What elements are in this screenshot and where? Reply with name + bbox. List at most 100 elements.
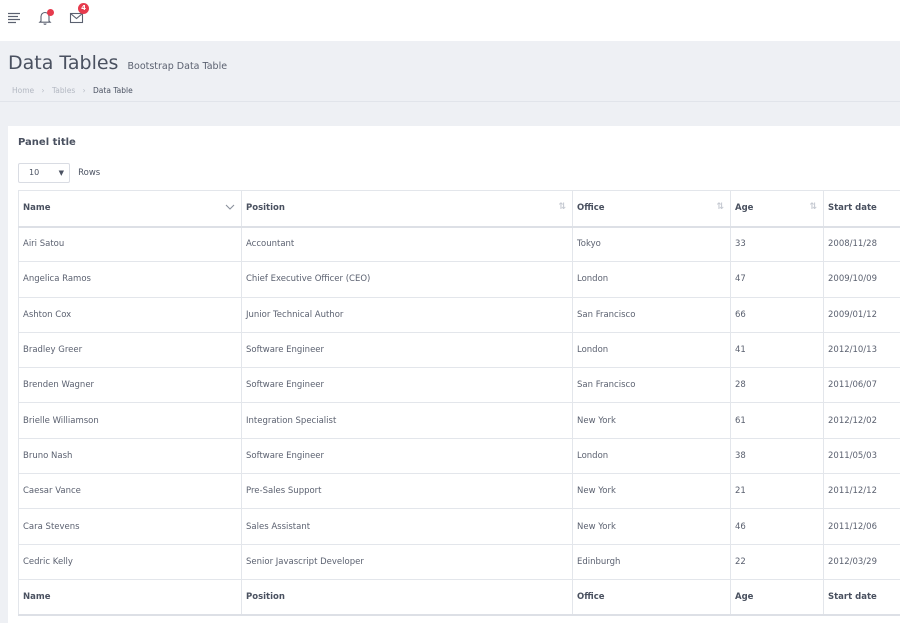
notifications-button[interactable] bbox=[36, 8, 56, 28]
cell-start-date: 2011/06/07 bbox=[823, 367, 900, 404]
cell-position: Software Engineer bbox=[241, 331, 573, 369]
table-row: Airi Satou Accountant Tokyo 33 2008/11/28 bbox=[18, 225, 900, 263]
footer-start-date: Start date bbox=[823, 578, 900, 617]
messages-button[interactable]: 4 bbox=[68, 3, 89, 28]
sort-icon: ⇅ bbox=[716, 202, 724, 212]
sort-descending-icon bbox=[225, 203, 235, 211]
notification-dot bbox=[47, 9, 54, 16]
table-row: Bruno Nash Software Engineer London 38 2011/… bbox=[18, 437, 900, 475]
footer-age: Age bbox=[730, 578, 824, 617]
column-header-position[interactable]: Position ⇅ bbox=[241, 190, 573, 228]
breadcrumb-current: Data Table bbox=[93, 86, 133, 95]
cell-age: 33 bbox=[730, 225, 824, 263]
cell-position: Chief Executive Officer (CEO) bbox=[241, 261, 573, 298]
cell-start-date: 2012/10/13 bbox=[823, 331, 900, 369]
rows-per-page-value: 10 bbox=[29, 167, 40, 177]
cell-name: Brenden Wagner bbox=[18, 367, 242, 404]
cell-position: Software Engineer bbox=[241, 367, 573, 404]
cell-start-date: 2009/01/12 bbox=[823, 296, 900, 333]
footer-name: Name bbox=[18, 578, 242, 617]
cell-name: Ashton Cox bbox=[18, 296, 242, 333]
data-table-panel: Panel title 10 ▼ Rows Name Position ⇅ Off… bbox=[8, 126, 900, 623]
table-row: Cara Stevens Sales Assistant New York 46 201… bbox=[18, 508, 900, 545]
cell-age: 28 bbox=[730, 367, 824, 404]
cell-age: 38 bbox=[730, 437, 824, 475]
page-header: Data Tables Bootstrap Data Table Home › … bbox=[0, 41, 900, 102]
hamburger-icon[interactable] bbox=[6, 8, 26, 28]
data-table: Name Position ⇅ Office ⇅ Age ⇅ Start date A… bbox=[18, 190, 900, 617]
cell-name: Brielle Williamson bbox=[18, 402, 242, 439]
cell-position: Integration Specialist bbox=[241, 402, 573, 439]
footer-office: Office bbox=[572, 578, 731, 617]
table-row: Caesar Vance Pre-Sales Support New York 21 2… bbox=[18, 473, 900, 510]
rows-per-page-select[interactable]: 10 ▼ bbox=[18, 162, 70, 183]
column-header-office[interactable]: Office ⇅ bbox=[572, 190, 731, 228]
cell-age: 61 bbox=[730, 402, 824, 439]
table-row: Brielle Williamson Integration Specialist… bbox=[18, 402, 900, 439]
cell-age: 41 bbox=[730, 331, 824, 369]
page-subtitle: Bootstrap Data Table bbox=[127, 61, 228, 72]
cell-start-date: 2012/03/29 bbox=[823, 543, 900, 580]
breadcrumb-tables[interactable]: Tables bbox=[52, 86, 75, 95]
cell-age: 46 bbox=[730, 508, 824, 545]
cell-name: Airi Satou bbox=[18, 225, 242, 263]
cell-position: Senior Javascript Developer bbox=[241, 543, 573, 580]
table-row: Angelica Ramos Chief Executive Officer (C… bbox=[18, 261, 900, 298]
cell-start-date: 2008/11/28 bbox=[823, 225, 900, 263]
table-footer-row: Name Position Office Age Start date bbox=[18, 578, 900, 617]
cell-office: Edinburgh bbox=[572, 543, 731, 580]
cell-office: Tokyo bbox=[572, 225, 731, 263]
rows-per-page-control: 10 ▼ Rows bbox=[18, 162, 101, 183]
cell-office: London bbox=[572, 261, 731, 298]
breadcrumb: Home › Tables › Data Table bbox=[12, 86, 133, 95]
cell-name: Cedric Kelly bbox=[18, 543, 242, 580]
cell-position: Sales Assistant bbox=[241, 508, 573, 545]
cell-name: Bruno Nash bbox=[18, 437, 242, 475]
table-header-row: Name Position ⇅ Office ⇅ Age ⇅ Start date bbox=[18, 190, 900, 228]
messages-badge: 4 bbox=[78, 3, 89, 14]
top-bar: 4 bbox=[0, 0, 900, 41]
cell-office: London bbox=[572, 331, 731, 369]
cell-start-date: 2011/12/12 bbox=[823, 473, 900, 510]
cell-position: Junior Technical Author bbox=[241, 296, 573, 333]
cell-office: San Francisco bbox=[572, 296, 731, 333]
rows-label: Rows bbox=[78, 167, 101, 178]
panel-title: Panel title bbox=[18, 137, 76, 148]
table-row: Brenden Wagner Software Engineer San Franc… bbox=[18, 367, 900, 404]
column-header-start-date[interactable]: Start date bbox=[823, 190, 900, 228]
footer-position: Position bbox=[241, 578, 573, 617]
sort-icon: ⇅ bbox=[809, 202, 817, 212]
page-title-text: Data Tables bbox=[8, 52, 119, 74]
cell-position: Pre-Sales Support bbox=[241, 473, 573, 510]
cell-office: San Francisco bbox=[572, 367, 731, 404]
page-title: Data Tables Bootstrap Data Table bbox=[8, 52, 227, 74]
column-header-name[interactable]: Name bbox=[18, 190, 242, 228]
cell-age: 22 bbox=[730, 543, 824, 580]
table-row: Ashton Cox Junior Technical Author San Fra… bbox=[18, 296, 900, 333]
cell-start-date: 2011/05/03 bbox=[823, 437, 900, 475]
cell-start-date: 2009/10/09 bbox=[823, 261, 900, 298]
cell-name: Cara Stevens bbox=[18, 508, 242, 545]
cell-start-date: 2012/12/02 bbox=[823, 402, 900, 439]
table-row: Bradley Greer Software Engineer London 41 20… bbox=[18, 331, 900, 369]
cell-name: Angelica Ramos bbox=[18, 261, 242, 298]
cell-office: London bbox=[572, 437, 731, 475]
breadcrumb-home[interactable]: Home bbox=[12, 86, 34, 95]
chevron-right-icon: › bbox=[41, 86, 45, 95]
table-row: Cedric Kelly Senior Javascript Developer E… bbox=[18, 543, 900, 580]
chevron-right-icon: › bbox=[82, 86, 86, 95]
cell-age: 66 bbox=[730, 296, 824, 333]
cell-age: 21 bbox=[730, 473, 824, 510]
cell-age: 47 bbox=[730, 261, 824, 298]
caret-down-icon: ▼ bbox=[58, 168, 64, 177]
sort-icon: ⇅ bbox=[558, 202, 566, 212]
cell-start-date: 2011/12/06 bbox=[823, 508, 900, 545]
cell-name: Bradley Greer bbox=[18, 331, 242, 369]
cell-position: Accountant bbox=[241, 225, 573, 263]
cell-position: Software Engineer bbox=[241, 437, 573, 475]
cell-name: Caesar Vance bbox=[18, 473, 242, 510]
column-header-age[interactable]: Age ⇅ bbox=[730, 190, 824, 228]
cell-office: New York bbox=[572, 473, 731, 510]
cell-office: New York bbox=[572, 508, 731, 545]
cell-office: New York bbox=[572, 402, 731, 439]
